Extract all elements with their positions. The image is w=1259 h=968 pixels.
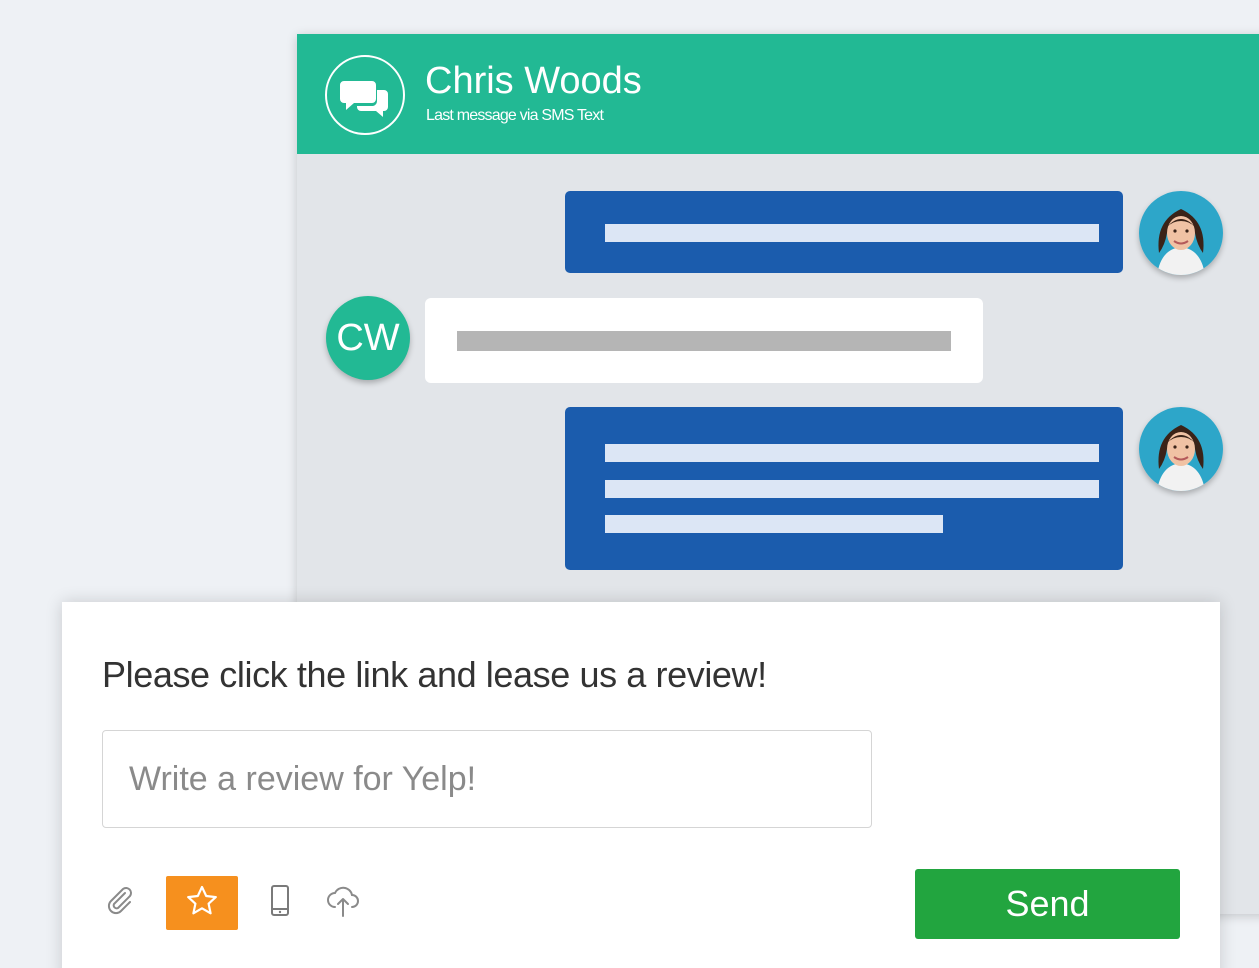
outgoing-message [565, 407, 1123, 570]
star-icon [184, 883, 220, 924]
review-compose-panel: Please click the link and lease us a rev… [62, 602, 1220, 968]
upload-button[interactable] [307, 876, 379, 930]
chat-bubbles-icon [325, 55, 405, 135]
message-text-placeholder [605, 224, 1099, 242]
app-canvas: Chris Woods Last message via SMS Text CW [0, 0, 1259, 968]
message-text-placeholder [605, 444, 1099, 462]
send-button[interactable]: Send [915, 869, 1180, 939]
review-input[interactable] [102, 730, 872, 828]
attach-button[interactable] [84, 876, 156, 930]
outgoing-message [565, 191, 1123, 273]
agent-avatar [1139, 191, 1223, 275]
sms-button[interactable] [244, 876, 316, 930]
contact-avatar: CW [326, 296, 410, 380]
review-request-button[interactable] [166, 876, 238, 930]
contact-name: Chris Woods [425, 60, 642, 102]
agent-avatar [1139, 407, 1223, 491]
message-text-placeholder [457, 331, 951, 351]
last-message-channel: Last message via SMS Text [426, 107, 604, 124]
review-prompt-text: Please click the link and lease us a rev… [102, 654, 767, 695]
incoming-message [425, 298, 983, 383]
paperclip-icon [103, 884, 137, 923]
cloud-upload-icon [324, 883, 362, 924]
message-text-placeholder [605, 515, 943, 533]
chat-header: Chris Woods Last message via SMS Text [297, 34, 1259, 154]
mobile-phone-icon [263, 883, 297, 924]
message-text-placeholder [605, 480, 1099, 498]
